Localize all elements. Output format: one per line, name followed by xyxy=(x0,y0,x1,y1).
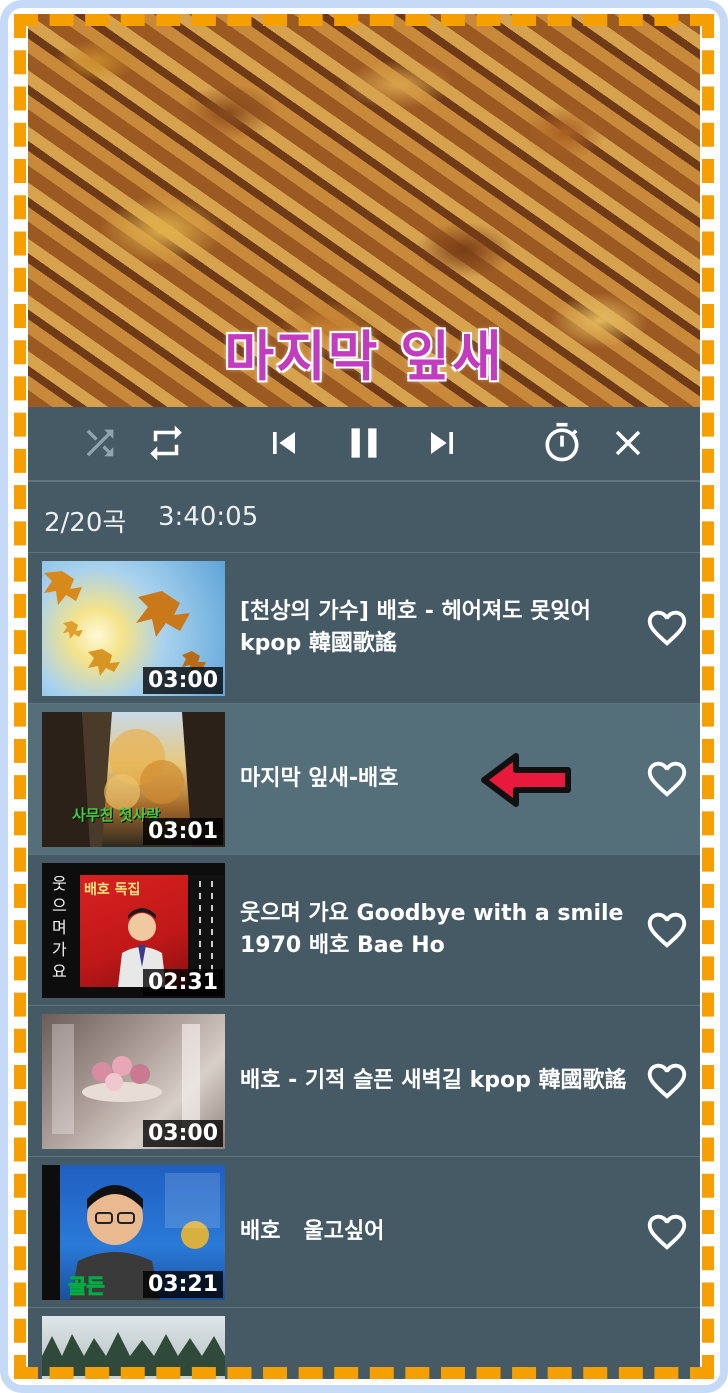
playlist: 03:00 [천상의 가수] 배호 - 헤어져도 못잊어 kpop 韓國歌謠 사… xyxy=(28,553,700,1379)
duration-badge: 03:00 xyxy=(142,667,223,694)
next-button[interactable] xyxy=(414,415,470,471)
player-controls xyxy=(28,407,700,482)
player-panel: 마지막 잎새 2/20곡 3:40:05 03:00 [천상의 가수] 배호 -… xyxy=(28,14,700,1379)
heart-icon[interactable] xyxy=(644,1058,690,1104)
sleep-timer-button[interactable] xyxy=(534,415,590,471)
video-caption: 마지막 잎새 xyxy=(224,324,504,388)
thumbnail xyxy=(42,1316,225,1379)
close-button[interactable] xyxy=(600,415,656,471)
thumbnail-vertical-text: 웃으며가요 xyxy=(52,874,67,981)
thumbnail: 사무친 첫사랑 03:01 xyxy=(42,712,225,847)
skip-next-icon xyxy=(431,432,453,454)
pause-icon xyxy=(351,428,377,458)
shuffle-icon xyxy=(86,429,114,457)
arrow-left-icon xyxy=(481,753,571,807)
total-duration: 3:40:05 xyxy=(158,502,259,532)
list-item[interactable]: 03:00 [천상의 가수] 배호 - 헤어져도 못잊어 kpop 韓國歌謠 xyxy=(28,553,700,704)
track-title: 웃으며 가요 Goodbye with a smile 1970 배호 Bae … xyxy=(240,901,624,958)
close-icon xyxy=(615,430,641,456)
duration-badge: 03:00 xyxy=(142,1120,223,1147)
forest-graphic xyxy=(42,1332,225,1379)
track-title: 배호 - 기적 슬픈 새벽길 kpop 韓國歌謠 xyxy=(240,1068,627,1093)
track-position: 2/20곡 xyxy=(44,508,127,538)
thumbnail: 03:00 xyxy=(42,561,225,696)
shuffle-button[interactable] xyxy=(72,415,128,471)
svg-text:골든: 골든 xyxy=(68,1274,105,1298)
playlist-info: 2/20곡 3:40:05 xyxy=(28,482,700,553)
repeat-button[interactable] xyxy=(138,415,194,471)
list-item[interactable]: 웃으며가요 배호 독집 02:31 웃으며 가요 Goodbye with a … xyxy=(28,855,700,1006)
thumbnail: 03:00 xyxy=(42,1014,225,1149)
track-title: 배호 울고싶어 xyxy=(240,1219,385,1244)
list-item[interactable]: 03:00 배호 - 기적 슬픈 새벽길 kpop 韓國歌謠 xyxy=(28,1006,700,1157)
list-item-active[interactable]: 사무친 첫사랑 03:01 마지막 잎새-배호 xyxy=(28,704,700,855)
heart-icon[interactable] xyxy=(644,756,690,802)
list-item[interactable] xyxy=(28,1308,700,1379)
track-title: [천상의 가수] 배호 - 헤어져도 못잊어 kpop 韓國歌謠 xyxy=(240,599,591,656)
pause-button[interactable] xyxy=(336,415,392,471)
duration-badge: 02:31 xyxy=(142,969,223,996)
video-player[interactable]: 마지막 잎새 xyxy=(28,14,700,407)
skip-previous-icon xyxy=(273,432,295,454)
heart-icon[interactable] xyxy=(644,907,690,953)
list-item[interactable]: 골든 03:21 배호 울고싶어 xyxy=(28,1157,700,1308)
heart-icon[interactable] xyxy=(644,1209,690,1255)
repeat-icon xyxy=(150,425,182,461)
timer-icon xyxy=(545,422,579,462)
duration-badge: 03:01 xyxy=(142,818,223,845)
thumbnail: 웃으며가요 배호 독집 02:31 xyxy=(42,863,225,998)
previous-button[interactable] xyxy=(256,415,312,471)
duration-badge: 03:21 xyxy=(142,1271,223,1298)
thumbnail: 골든 03:21 xyxy=(42,1165,225,1300)
heart-icon[interactable] xyxy=(644,605,690,651)
